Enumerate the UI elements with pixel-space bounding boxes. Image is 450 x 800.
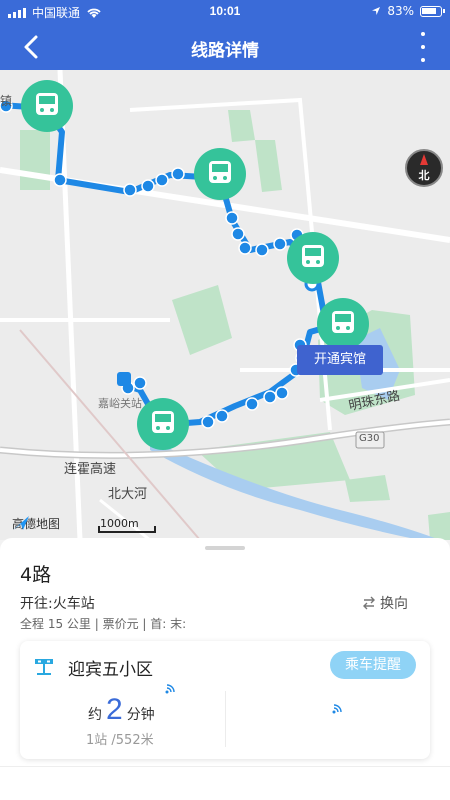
battery-icon bbox=[420, 5, 445, 17]
location-arrow-icon bbox=[372, 7, 381, 15]
nearest-stop-card[interactable]: 迎宾五小区 乘车提醒 约 2 分钟 1站 /552米 bbox=[20, 641, 430, 759]
realtime-signal-icon-secondary bbox=[332, 704, 342, 714]
route-map[interactable]: 镇 明珠东路 连霍高速 北大河 G30 嘉峪关站 开通宾馆 北 高德地图 100… bbox=[0, 70, 450, 540]
eta-prefix: 约 bbox=[88, 707, 102, 723]
map-label-poi-jiayu: 嘉峪关站 bbox=[98, 397, 142, 410]
compass-north-label: 北 bbox=[418, 169, 430, 182]
swap-direction-button[interactable]: 换向 bbox=[362, 593, 408, 613]
route-info-sheet: 4路 开往:火车站 换向 全程 15 公里 | 票价元 | 首: 末: 迎宾五小… bbox=[0, 538, 450, 800]
stop-name-tag: 开通宾馆 bbox=[297, 345, 383, 375]
sheet-drag-handle[interactable] bbox=[205, 546, 245, 550]
map-label-fragment: 镇 bbox=[0, 94, 13, 108]
map-label-g30: G30 bbox=[359, 433, 380, 444]
compass-icon[interactable]: 北 bbox=[405, 149, 443, 187]
map-brand: 高德地图 bbox=[12, 515, 60, 532]
eta-display: 约 2 分钟 bbox=[88, 693, 155, 727]
gaode-logo-icon bbox=[13, 516, 29, 530]
eta-minutes: 2 bbox=[106, 693, 123, 726]
swap-label: 换向 bbox=[380, 596, 408, 612]
ride-reminder-button[interactable]: 乘车提醒 bbox=[330, 651, 416, 679]
page-title: 线路详情 bbox=[191, 41, 259, 61]
route-summary: 全程 15 公里 | 票价元 | 首: 末: bbox=[20, 617, 187, 631]
battery-percent: 83% bbox=[387, 4, 414, 18]
status-right: 83% bbox=[371, 4, 445, 18]
next-card-peek bbox=[0, 766, 450, 800]
route-name: 4路 bbox=[20, 564, 52, 586]
bus-stop-icon bbox=[35, 659, 53, 675]
status-bar: 中国联通 10:01 83% bbox=[0, 0, 450, 24]
nav-bar: 线路详情 bbox=[0, 24, 450, 70]
swap-icon bbox=[363, 596, 375, 610]
eta-distance: 1站 /552米 bbox=[86, 733, 154, 748]
eta-unit: 分钟 bbox=[126, 707, 155, 723]
map-label-highway-lianhuo: 连霍高速 bbox=[64, 462, 117, 477]
card-divider bbox=[225, 691, 226, 747]
realtime-signal-icon bbox=[165, 684, 175, 694]
route-direction: 开往:火车站 bbox=[20, 596, 95, 612]
more-menu-icon[interactable] bbox=[418, 32, 428, 62]
stop-name: 迎宾五小区 bbox=[68, 660, 153, 680]
map-label-river-beida: 北大河 bbox=[108, 487, 148, 502]
map-scale: 1000m bbox=[98, 517, 156, 533]
